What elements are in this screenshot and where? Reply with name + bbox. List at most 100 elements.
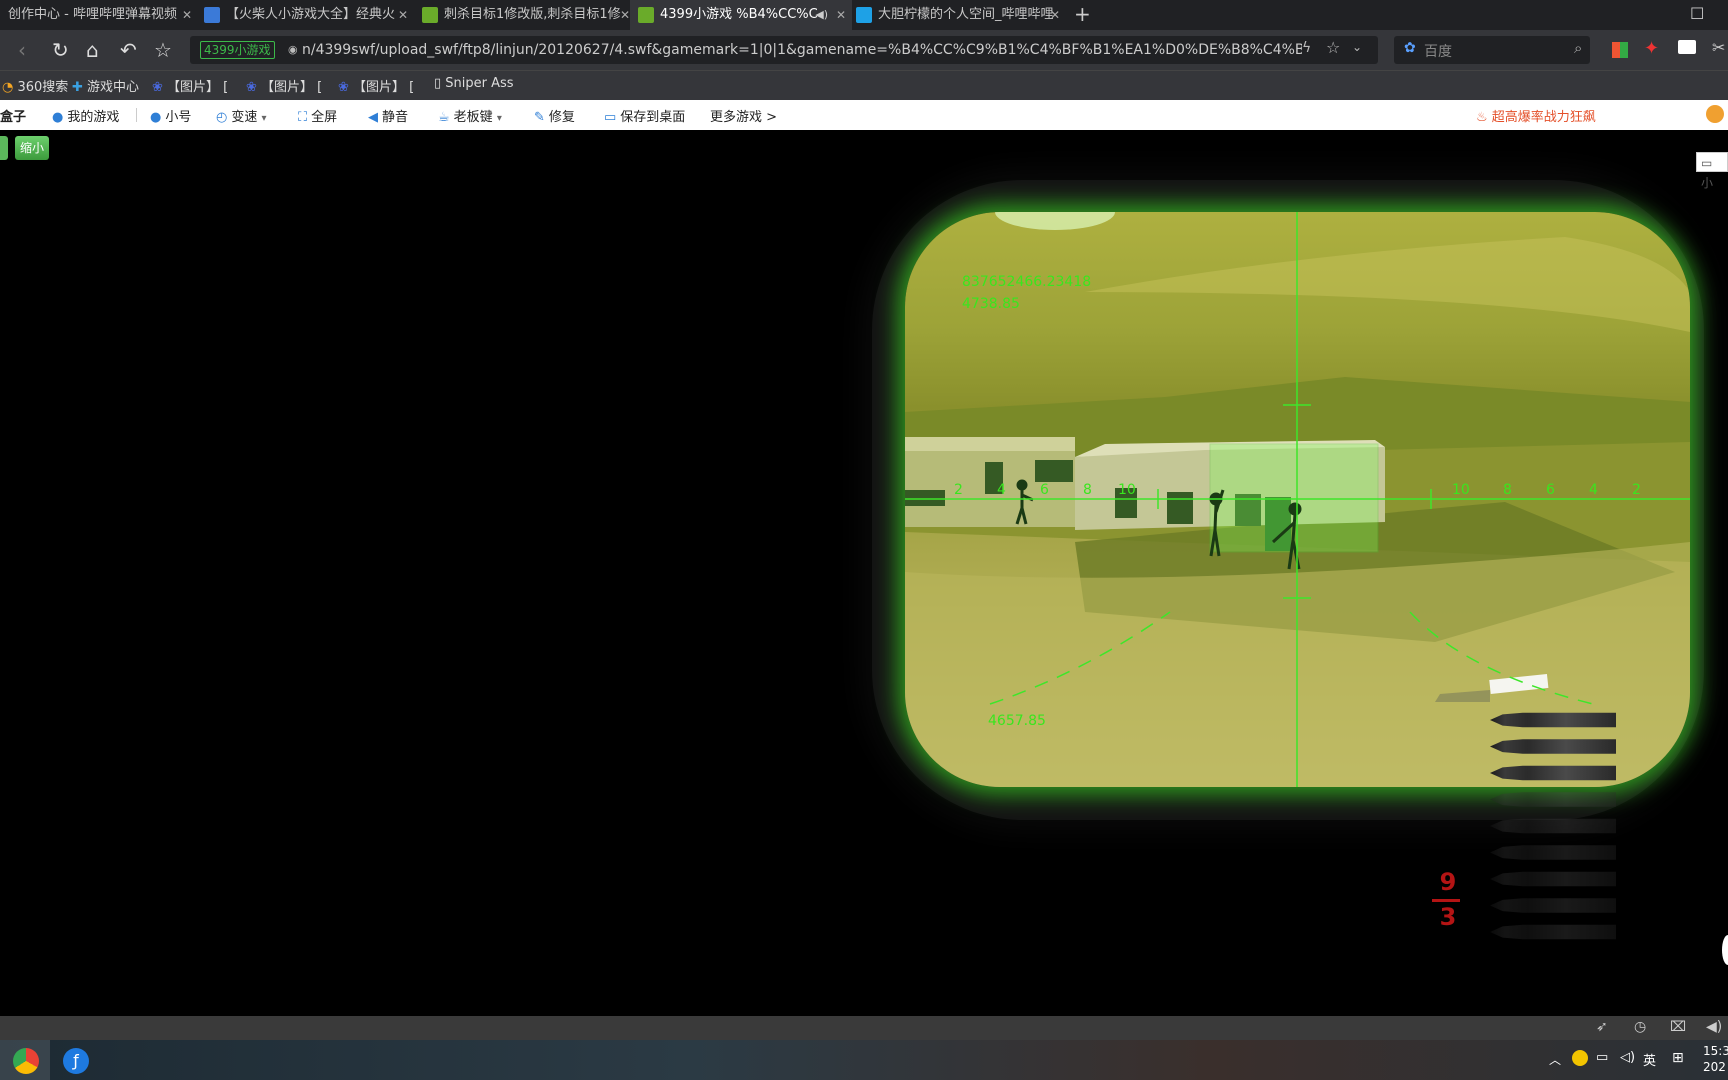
tab-assassin-target[interactable]: 刺杀目标1修改版,刺杀目标1修 ✕ <box>414 0 636 30</box>
bookmark-label: 游戏中心 <box>87 80 140 95</box>
side-toggle-button[interactable]: ▭ 小 <box>1696 152 1728 190</box>
ime-indicator[interactable]: 英 <box>1643 1050 1656 1069</box>
tray-up-icon[interactable]: ︿ <box>1549 1051 1561 1068</box>
speed-dial-icon[interactable]: ◷ <box>1634 1019 1646 1035</box>
item-label: 全屏 <box>311 110 338 125</box>
more-games-link[interactable]: 更多游戏 > <box>710 106 777 125</box>
bookmark-360[interactable]: ◔ 360搜索 <box>2 76 68 95</box>
hud-distance: 4657.85 <box>988 713 1046 729</box>
volume-tray-icon[interactable]: ◁) <box>1620 1050 1635 1065</box>
speaker-icon[interactable]: ◀) <box>815 0 828 30</box>
gamepad-icon[interactable]: ✦ <box>1644 38 1659 59</box>
360-icon: ◔ <box>2 80 14 95</box>
bookmark-image-2[interactable]: ❀ 【图片】 [ <box>246 76 322 95</box>
speed-icon: ◴ <box>216 110 228 125</box>
mil-mark: 10 <box>1118 482 1136 498</box>
clock[interactable]: 15:3 202 <box>1703 1043 1728 1075</box>
bookmark-label: 360搜索 <box>17 80 69 95</box>
flash-app-icon[interactable]: ƒ <box>63 1048 89 1074</box>
url-text[interactable]: n/4399swf/upload_swf/ftp8/linjun/2012062… <box>302 36 1302 64</box>
home-icon[interactable]: ⌂ <box>86 38 99 62</box>
item-label: 我的游戏 <box>67 110 120 125</box>
close-icon[interactable]: ✕ <box>398 0 408 30</box>
speaker-icon: ◀ <box>368 110 378 125</box>
hud-value-2: 4738.85 <box>962 296 1020 312</box>
scissors-icon[interactable]: ✂ <box>1712 38 1725 57</box>
avatar[interactable] <box>1706 105 1724 123</box>
paw-icon: ❀ <box>338 80 349 95</box>
close-icon[interactable]: ✕ <box>836 0 846 30</box>
reload-icon[interactable]: ↻ <box>52 38 69 62</box>
shrink-button[interactable]: 缩小 <box>15 136 49 160</box>
mute-button[interactable]: ◀ 静音 <box>368 106 408 125</box>
bookmark-sniper[interactable]: ▯ Sniper Ass <box>434 76 514 91</box>
game-center-icon: ✚ <box>72 80 83 95</box>
bullet-loaded <box>1490 712 1616 728</box>
box-label: 盒子 <box>0 110 27 125</box>
tab-bilibili-creator[interactable]: 创作中心 - 哔哩哔哩弹幕视频 ✕ <box>0 0 198 30</box>
divider <box>136 108 137 122</box>
tray-app-icon[interactable] <box>1572 1050 1588 1066</box>
bookmark-image-3[interactable]: ❀ 【图片】 [ <box>338 76 414 95</box>
bookmark-star-icon[interactable]: ☆ <box>1326 38 1340 57</box>
mil-mark: 2 <box>954 482 963 498</box>
side-float-button[interactable] <box>1722 935 1728 965</box>
bullet-spent <box>1490 898 1616 913</box>
my-games-button[interactable]: ● 我的游戏 <box>52 106 119 125</box>
item-label: 老板键 <box>453 110 493 125</box>
bullet-spent <box>1490 924 1616 940</box>
back-icon[interactable]: ‹ <box>18 38 26 62</box>
apps-icon[interactable] <box>1612 42 1628 58</box>
undo-icon[interactable]: ↶ <box>120 38 137 62</box>
close-icon[interactable]: ✕ <box>182 0 192 30</box>
sky-light <box>995 212 1115 230</box>
favicon-icon <box>856 6 872 23</box>
ammo-rack <box>1490 712 1618 944</box>
tab-4399-active[interactable]: 4399小游戏 %B4%CC%C ◀) ✕ <box>630 0 852 30</box>
close-icon[interactable]: ✕ <box>1050 0 1060 30</box>
bookmark-label: Sniper Ass <box>445 76 514 91</box>
boss-key-button[interactable]: ☕ 老板键 ▾ <box>438 106 502 125</box>
network-icon[interactable]: ▭ <box>1596 1050 1608 1065</box>
tab-stickman-games[interactable]: 【火柴人小游戏大全】经典火 ✕ <box>196 0 414 30</box>
star-icon[interactable]: ☆ <box>154 38 172 62</box>
trash-icon[interactable]: ⌧ <box>1670 1019 1686 1035</box>
tab-user-space[interactable]: 大胆柠檬的个人空间_哔哩哔哩 ✕ <box>848 0 1066 30</box>
chevron-down-icon[interactable]: ⌄ <box>1352 40 1362 54</box>
bookmark-label: 【图片】 [ <box>167 80 229 95</box>
volume-icon[interactable]: ◀) <box>1706 1019 1722 1035</box>
ammo-divider <box>1432 899 1460 902</box>
browser-status-bar <box>0 1016 1728 1040</box>
paw-icon: ❀ <box>246 80 257 95</box>
tab-label: 4399小游戏 %B4%CC%C <box>660 7 818 22</box>
new-tab-icon[interactable]: + <box>1074 2 1091 26</box>
item-label: 静音 <box>382 110 409 125</box>
keyboard-icon[interactable]: ⊞ <box>1672 1050 1684 1066</box>
bookmark-game-center[interactable]: ✚ 游戏中心 <box>72 76 139 95</box>
search-icon[interactable]: ⌕ <box>1574 39 1582 57</box>
tab-menu-icon[interactable]: ☐ <box>1690 4 1704 23</box>
fullscreen-button[interactable]: ⛶ 全屏 <box>298 106 337 125</box>
alt-account-button[interactable]: ● 小号 <box>150 106 191 125</box>
wrench-icon: ✎ <box>534 110 545 125</box>
site-badge: 4399小游戏 <box>200 41 275 59</box>
clock-date: 202 <box>1703 1060 1726 1074</box>
mil-mark: 8 <box>1503 482 1512 498</box>
promo-link[interactable]: ♨ 超高爆率战力狂飙 <box>1476 106 1596 125</box>
cloud-band <box>1085 237 1690 332</box>
close-icon[interactable]: ✕ <box>620 0 630 30</box>
mil-mark: 2 <box>1632 482 1641 498</box>
save-desktop-button[interactable]: ▭ 保存到桌面 <box>604 106 685 125</box>
ammo-reserve-count: 3 <box>1439 903 1457 931</box>
bookmark-image-1[interactable]: ❀ 【图片】 [ <box>152 76 228 95</box>
tab-label: 大胆柠檬的个人空间_哔哩哔哩 <box>878 7 1054 22</box>
lightning-icon[interactable]: ϟ <box>1302 40 1311 56</box>
repair-button[interactable]: ✎ 修复 <box>534 106 575 125</box>
profile-icon[interactable] <box>1678 40 1696 54</box>
speed-button[interactable]: ◴ 变速 ▾ <box>216 106 267 125</box>
browser-app-icon[interactable] <box>13 1048 39 1074</box>
mil-mark: 8 <box>1083 482 1092 498</box>
expand-button[interactable] <box>0 136 8 160</box>
sniper-scope[interactable]: 837652466.23418 4738.85 4657.85 2 4 6 8 … <box>905 212 1690 787</box>
rocket-icon[interactable]: ➶ <box>1596 1019 1608 1035</box>
